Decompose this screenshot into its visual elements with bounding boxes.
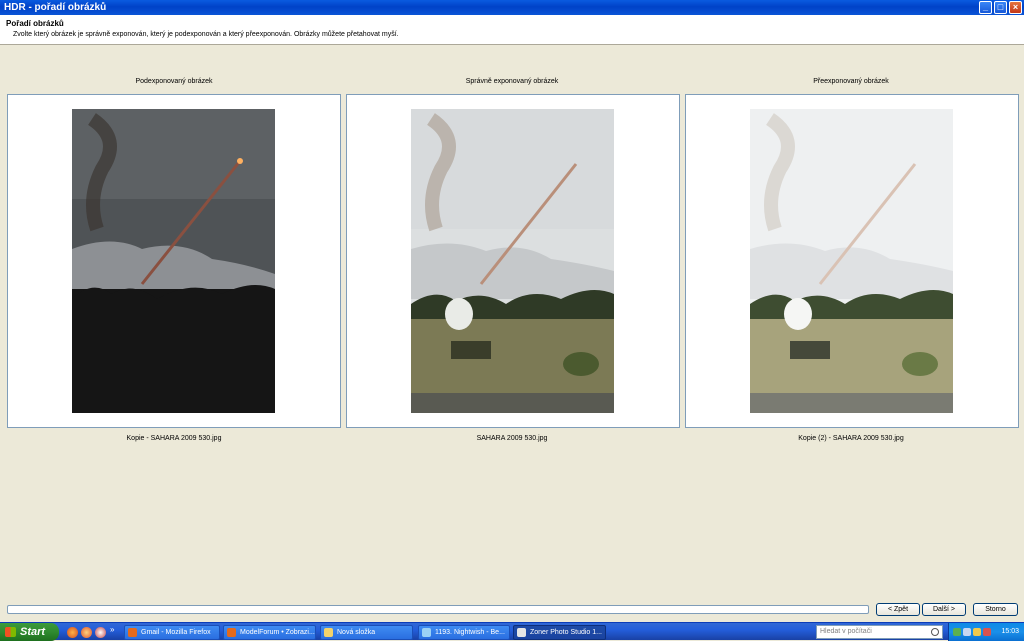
taskbar-item-music[interactable]: 1193. Nightwish - Be... [418, 625, 510, 640]
correct-exposure-image-panel[interactable] [346, 94, 680, 428]
back-button[interactable]: < Zpět [876, 603, 920, 616]
start-button[interactable]: Start [0, 623, 59, 641]
windows-logo-icon [5, 627, 16, 637]
network-icon[interactable] [953, 628, 961, 636]
overexposed-label: Přeexponovaný obrázek [813, 78, 889, 85]
firefox-icon-2[interactable] [81, 627, 92, 638]
overexposed-filename: Kopie (2) - SAHARA 2009 530.jpg [798, 435, 904, 442]
search-placeholder: Hledat v počítači [820, 628, 872, 635]
task-label: ModelForum • Zobrazi... [240, 629, 315, 636]
firefox-icon [227, 628, 236, 637]
clock[interactable]: 15:03 [1001, 628, 1019, 635]
page-title: Pořadí obrázků [6, 19, 64, 28]
taskbar: Start » Gmail - Mozilla Firefox ModelFor… [0, 622, 1024, 641]
underexposed-photo[interactable] [72, 109, 275, 413]
volume-icon[interactable] [963, 628, 971, 636]
correct-exposure-label: Správně exponovaný obrázek [465, 78, 559, 85]
firefox-icon [128, 628, 137, 637]
zoner-icon [517, 628, 526, 637]
start-label: Start [20, 626, 46, 638]
cancel-button[interactable]: Storno [973, 603, 1018, 616]
underexposed-label: Podexponovaný obrázek [135, 78, 213, 85]
desktop-search-input[interactable]: Hledat v počítači [816, 625, 943, 639]
task-label: Zoner Photo Studio 1... [530, 629, 602, 636]
correct-exposure-filename: SAHARA 2009 530.jpg [476, 435, 548, 442]
taskbar-item-modelforum[interactable]: ModelForum • Zobrazi... [223, 625, 316, 640]
music-player-icon [422, 628, 431, 637]
antivirus-icon[interactable] [983, 628, 991, 636]
taskbar-item-zoner[interactable]: Zoner Photo Studio 1... [513, 625, 606, 640]
overexposed-photo[interactable] [750, 109, 953, 413]
firefox-icon[interactable] [67, 627, 78, 638]
task-label: 1193. Nightwish - Be... [435, 629, 505, 636]
quicklaunch-more[interactable]: » [110, 625, 114, 634]
progress-bar [7, 605, 869, 614]
minimize-button[interactable]: _ [979, 1, 992, 14]
opera-icon[interactable] [95, 627, 106, 638]
folder-icon [324, 628, 333, 637]
taskbar-item-gmail[interactable]: Gmail - Mozilla Firefox [124, 625, 220, 640]
search-icon[interactable] [931, 628, 939, 636]
window-title: HDR - pořadí obrázků [4, 2, 107, 13]
task-label: Gmail - Mozilla Firefox [141, 629, 211, 636]
task-label: Nová složka [337, 629, 376, 636]
close-button[interactable]: × [1009, 1, 1022, 14]
wizard-header: Pořadí obrázků Zvolte který obrázek je s… [0, 15, 1024, 45]
overexposed-image-panel[interactable] [685, 94, 1019, 428]
title-bar[interactable]: HDR - pořadí obrázků _ □ × [0, 0, 1024, 15]
instruction-text: Zvolte který obrázek je správně exponová… [13, 31, 399, 38]
underexposed-filename: Kopie - SAHARA 2009 530.jpg [126, 435, 222, 442]
taskbar-item-folder[interactable]: Nová složka [320, 625, 413, 640]
correct-exposure-photo[interactable] [411, 109, 614, 413]
next-button[interactable]: Další > [922, 603, 966, 616]
system-tray: 15:03 [948, 623, 1024, 641]
maximize-button[interactable]: □ [994, 1, 1007, 14]
underexposed-image-panel[interactable] [7, 94, 341, 428]
security-icon[interactable] [973, 628, 981, 636]
